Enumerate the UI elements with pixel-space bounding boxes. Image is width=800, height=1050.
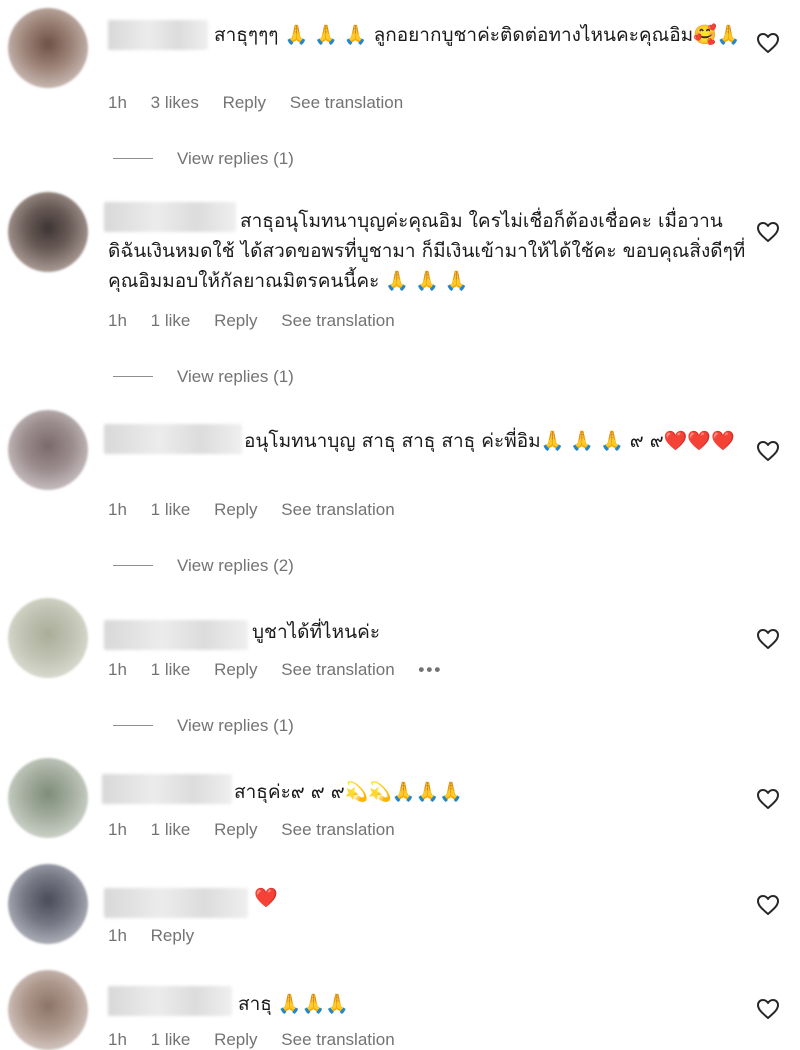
reply-button[interactable]: Reply	[214, 660, 257, 680]
likes-count[interactable]: 1 like	[151, 500, 191, 520]
comment-meta: 1h 1 like Reply See translation •••	[108, 660, 461, 680]
see-translation-link[interactable]: See translation	[290, 93, 403, 113]
comment-text: สาธุอนุโมทนาบุญค่ะคุณอิม ใครไม่เชื่อก็ต้…	[108, 210, 746, 292]
timestamp: 1h	[108, 1030, 127, 1049]
like-heart-icon[interactable]	[756, 894, 780, 916]
like-heart-icon[interactable]	[756, 628, 780, 650]
divider-line	[113, 565, 153, 567]
avatar[interactable]	[8, 8, 88, 88]
view-replies-button[interactable]: View replies (1)	[113, 367, 294, 387]
reply-button[interactable]: Reply	[214, 311, 257, 331]
timestamp: 1h	[108, 311, 127, 330]
view-replies-label: View replies (1)	[177, 367, 294, 386]
reply-button[interactable]: Reply	[214, 820, 257, 840]
comment-meta: 1h 1 like Reply See translation	[108, 1030, 414, 1050]
reply-button[interactable]: Reply	[214, 500, 257, 520]
view-replies-button[interactable]: View replies (1)	[113, 716, 294, 736]
avatar[interactable]	[8, 864, 88, 944]
avatar[interactable]	[8, 598, 88, 678]
like-heart-icon[interactable]	[756, 998, 780, 1020]
username-blurred[interactable]	[104, 620, 248, 650]
view-replies-button[interactable]: View replies (1)	[113, 149, 294, 169]
like-heart-icon[interactable]	[756, 221, 780, 243]
see-translation-link[interactable]: See translation	[281, 500, 394, 520]
username-blurred[interactable]	[104, 888, 248, 918]
like-heart-icon[interactable]	[756, 32, 780, 54]
comment-meta: 1h 3 likes Reply See translation	[108, 93, 422, 113]
view-replies-label: View replies (2)	[177, 556, 294, 575]
see-translation-link[interactable]: See translation	[281, 660, 394, 680]
timestamp: 1h	[108, 926, 127, 945]
see-translation-link[interactable]: See translation	[281, 820, 394, 840]
comment-text: สาธุ 🙏🙏🙏	[238, 993, 349, 1015]
reply-button[interactable]: Reply	[151, 926, 194, 946]
avatar[interactable]	[8, 970, 88, 1050]
comment-text: ❤️	[254, 887, 278, 909]
timestamp: 1h	[108, 660, 127, 679]
divider-line	[113, 725, 153, 727]
comment-text: อนุโมทนาบุญ สาธุ สาธุ สาธุ ค่ะพี่อิม🙏 🙏 …	[244, 430, 735, 452]
avatar[interactable]	[8, 758, 88, 838]
likes-count[interactable]: 3 likes	[151, 93, 199, 113]
avatar[interactable]	[8, 410, 88, 490]
comment-text: สาธุค่ะ๙ ๙ ๙💫💫🙏🙏🙏	[234, 781, 463, 803]
likes-count[interactable]: 1 like	[151, 1030, 191, 1050]
see-translation-link[interactable]: See translation	[281, 311, 394, 331]
like-heart-icon[interactable]	[756, 788, 780, 810]
username-blurred[interactable]	[108, 986, 232, 1016]
timestamp: 1h	[108, 820, 127, 839]
view-replies-label: View replies (1)	[177, 149, 294, 168]
reply-button[interactable]: Reply	[223, 93, 266, 113]
timestamp: 1h	[108, 500, 127, 519]
likes-count[interactable]: 1 like	[151, 660, 191, 680]
comment-text: สาธุๆๆๆ 🙏 🙏 🙏 ลูกอยากบูชาค่ะติดต่อทางไหน…	[214, 24, 741, 46]
see-translation-link[interactable]: See translation	[281, 1030, 394, 1050]
avatar[interactable]	[8, 192, 88, 272]
comment-meta: 1h 1 like Reply See translation	[108, 820, 414, 840]
view-replies-label: View replies (1)	[177, 716, 294, 735]
comment-meta: 1h 1 like Reply See translation	[108, 500, 414, 520]
username-blurred[interactable]	[102, 774, 232, 804]
comment-meta: 1h 1 like Reply See translation	[108, 311, 414, 331]
divider-line	[113, 158, 153, 160]
timestamp: 1h	[108, 93, 127, 112]
more-options-icon[interactable]: •••	[418, 660, 442, 680]
view-replies-button[interactable]: View replies (2)	[113, 556, 294, 576]
comment-text: บูชาได้ที่ไหนค่ะ	[252, 621, 381, 643]
comment-meta: 1h Reply	[108, 926, 213, 946]
divider-line	[113, 376, 153, 378]
likes-count[interactable]: 1 like	[151, 311, 191, 331]
like-heart-icon[interactable]	[756, 440, 780, 462]
reply-button[interactable]: Reply	[214, 1030, 257, 1050]
likes-count[interactable]: 1 like	[151, 820, 191, 840]
